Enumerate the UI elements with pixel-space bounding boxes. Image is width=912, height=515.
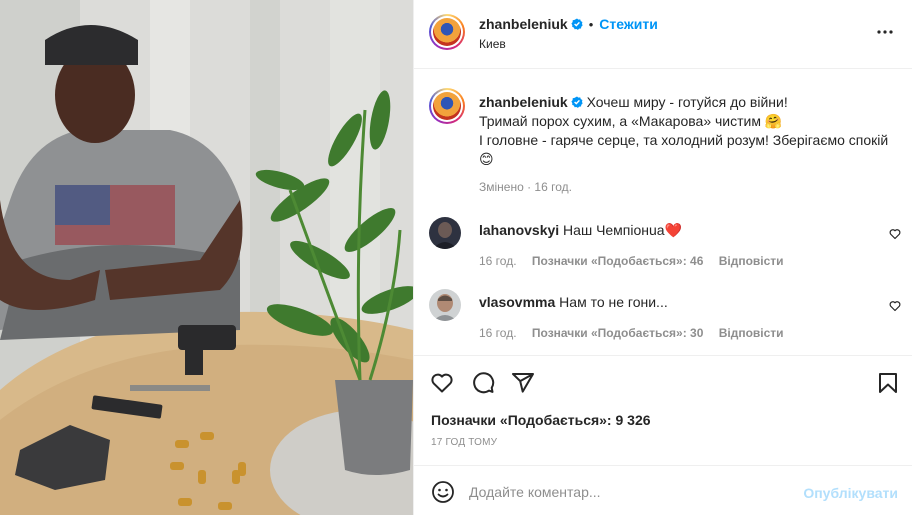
comment-reply-button[interactable]: Відповісти [719,326,784,340]
caption-line-4: 😊 [479,151,494,167]
comment-item: lahanovskyi Наш Чемпіонua❤️ 16 год. Позн… [429,217,901,277]
commenter-avatar-image [429,289,461,321]
comment-username[interactable]: lahanovskyi [479,222,559,238]
emoji-icon[interactable] [431,480,455,504]
caption-edited-time: Змінено · 16 год. [479,180,572,194]
add-comment-bar: Опублікувати [414,465,912,515]
commenter-avatar-image [429,217,461,249]
comment-likes-count[interactable]: Позначки «Подобається»: 46 [532,254,703,268]
commenter-avatar[interactable] [429,289,461,321]
comment-like-heart-icon[interactable] [889,228,901,240]
author-line: zhanbeleniuk • Стежити [479,16,658,32]
verified-badge-icon [571,18,583,30]
caption-username[interactable]: zhanbeleniuk [479,94,568,110]
verified-badge-icon [571,96,583,108]
post-image [0,0,413,515]
caption-line-1: Хочеш миру - готуйся до війни! [586,94,788,110]
more-options-icon[interactable] [875,25,895,39]
post-location[interactable]: Киев [479,37,506,51]
post-panel: zhanbeleniuk • Стежити Киев zhanbeleniuk Х… [413,0,912,515]
caption-line-2: Тримай порох сухим, а «Макарова» чистим … [479,113,783,129]
post-timestamp[interactable]: 17 ГОД ТОМУ [431,437,497,448]
comment-username[interactable]: vlasovmma [479,294,555,310]
comment-input[interactable] [469,479,799,505]
comment-time[interactable]: 16 год. [479,326,517,340]
comment-icon[interactable] [471,371,495,395]
bookmark-icon[interactable] [876,371,900,395]
caption-author-avatar[interactable] [429,88,465,124]
comment-meta: 16 год. Позначки «Подобається»: 30 Відпо… [479,326,796,340]
comment-like-heart-icon[interactable] [889,300,901,312]
comment-likes-count[interactable]: Позначки «Подобається»: 30 [532,326,703,340]
post-header: zhanbeleniuk • Стежити Киев [414,0,912,69]
share-icon[interactable] [511,371,535,395]
comment-meta: 16 год. Позначки «Подобається»: 46 Відпо… [479,254,796,268]
heart-icon[interactable] [430,371,454,395]
post-likes-count[interactable]: Позначки «Подобається»: 9 326 [431,412,651,428]
comment-body: vlasovmma Нам то не гони... [479,294,668,310]
follow-button[interactable]: Стежити [599,16,658,32]
caption-line-3: І головне - гаряче серце, та холодний ро… [479,132,889,148]
comment-text: Наш Чемпіонua❤️ [563,222,683,238]
separator-dot: • [588,17,594,32]
author-avatar[interactable] [429,14,465,50]
caption-text: zhanbeleniuk Хочеш миру - готуйся до вій… [479,93,899,169]
commenter-avatar[interactable] [429,217,461,249]
comment-text: Нам то не гони... [559,294,668,310]
comment-reply-button[interactable]: Відповісти [719,254,784,268]
author-username[interactable]: zhanbeleniuk [479,16,568,32]
publish-button[interactable]: Опублікувати [803,485,898,501]
comment-body: lahanovskyi Наш Чемпіонua❤️ [479,222,682,239]
post-photo[interactable] [0,0,413,515]
comment-item: vlasovmma Нам то не гони... 16 год. Позн… [429,289,901,349]
comment-time[interactable]: 16 год. [479,254,517,268]
